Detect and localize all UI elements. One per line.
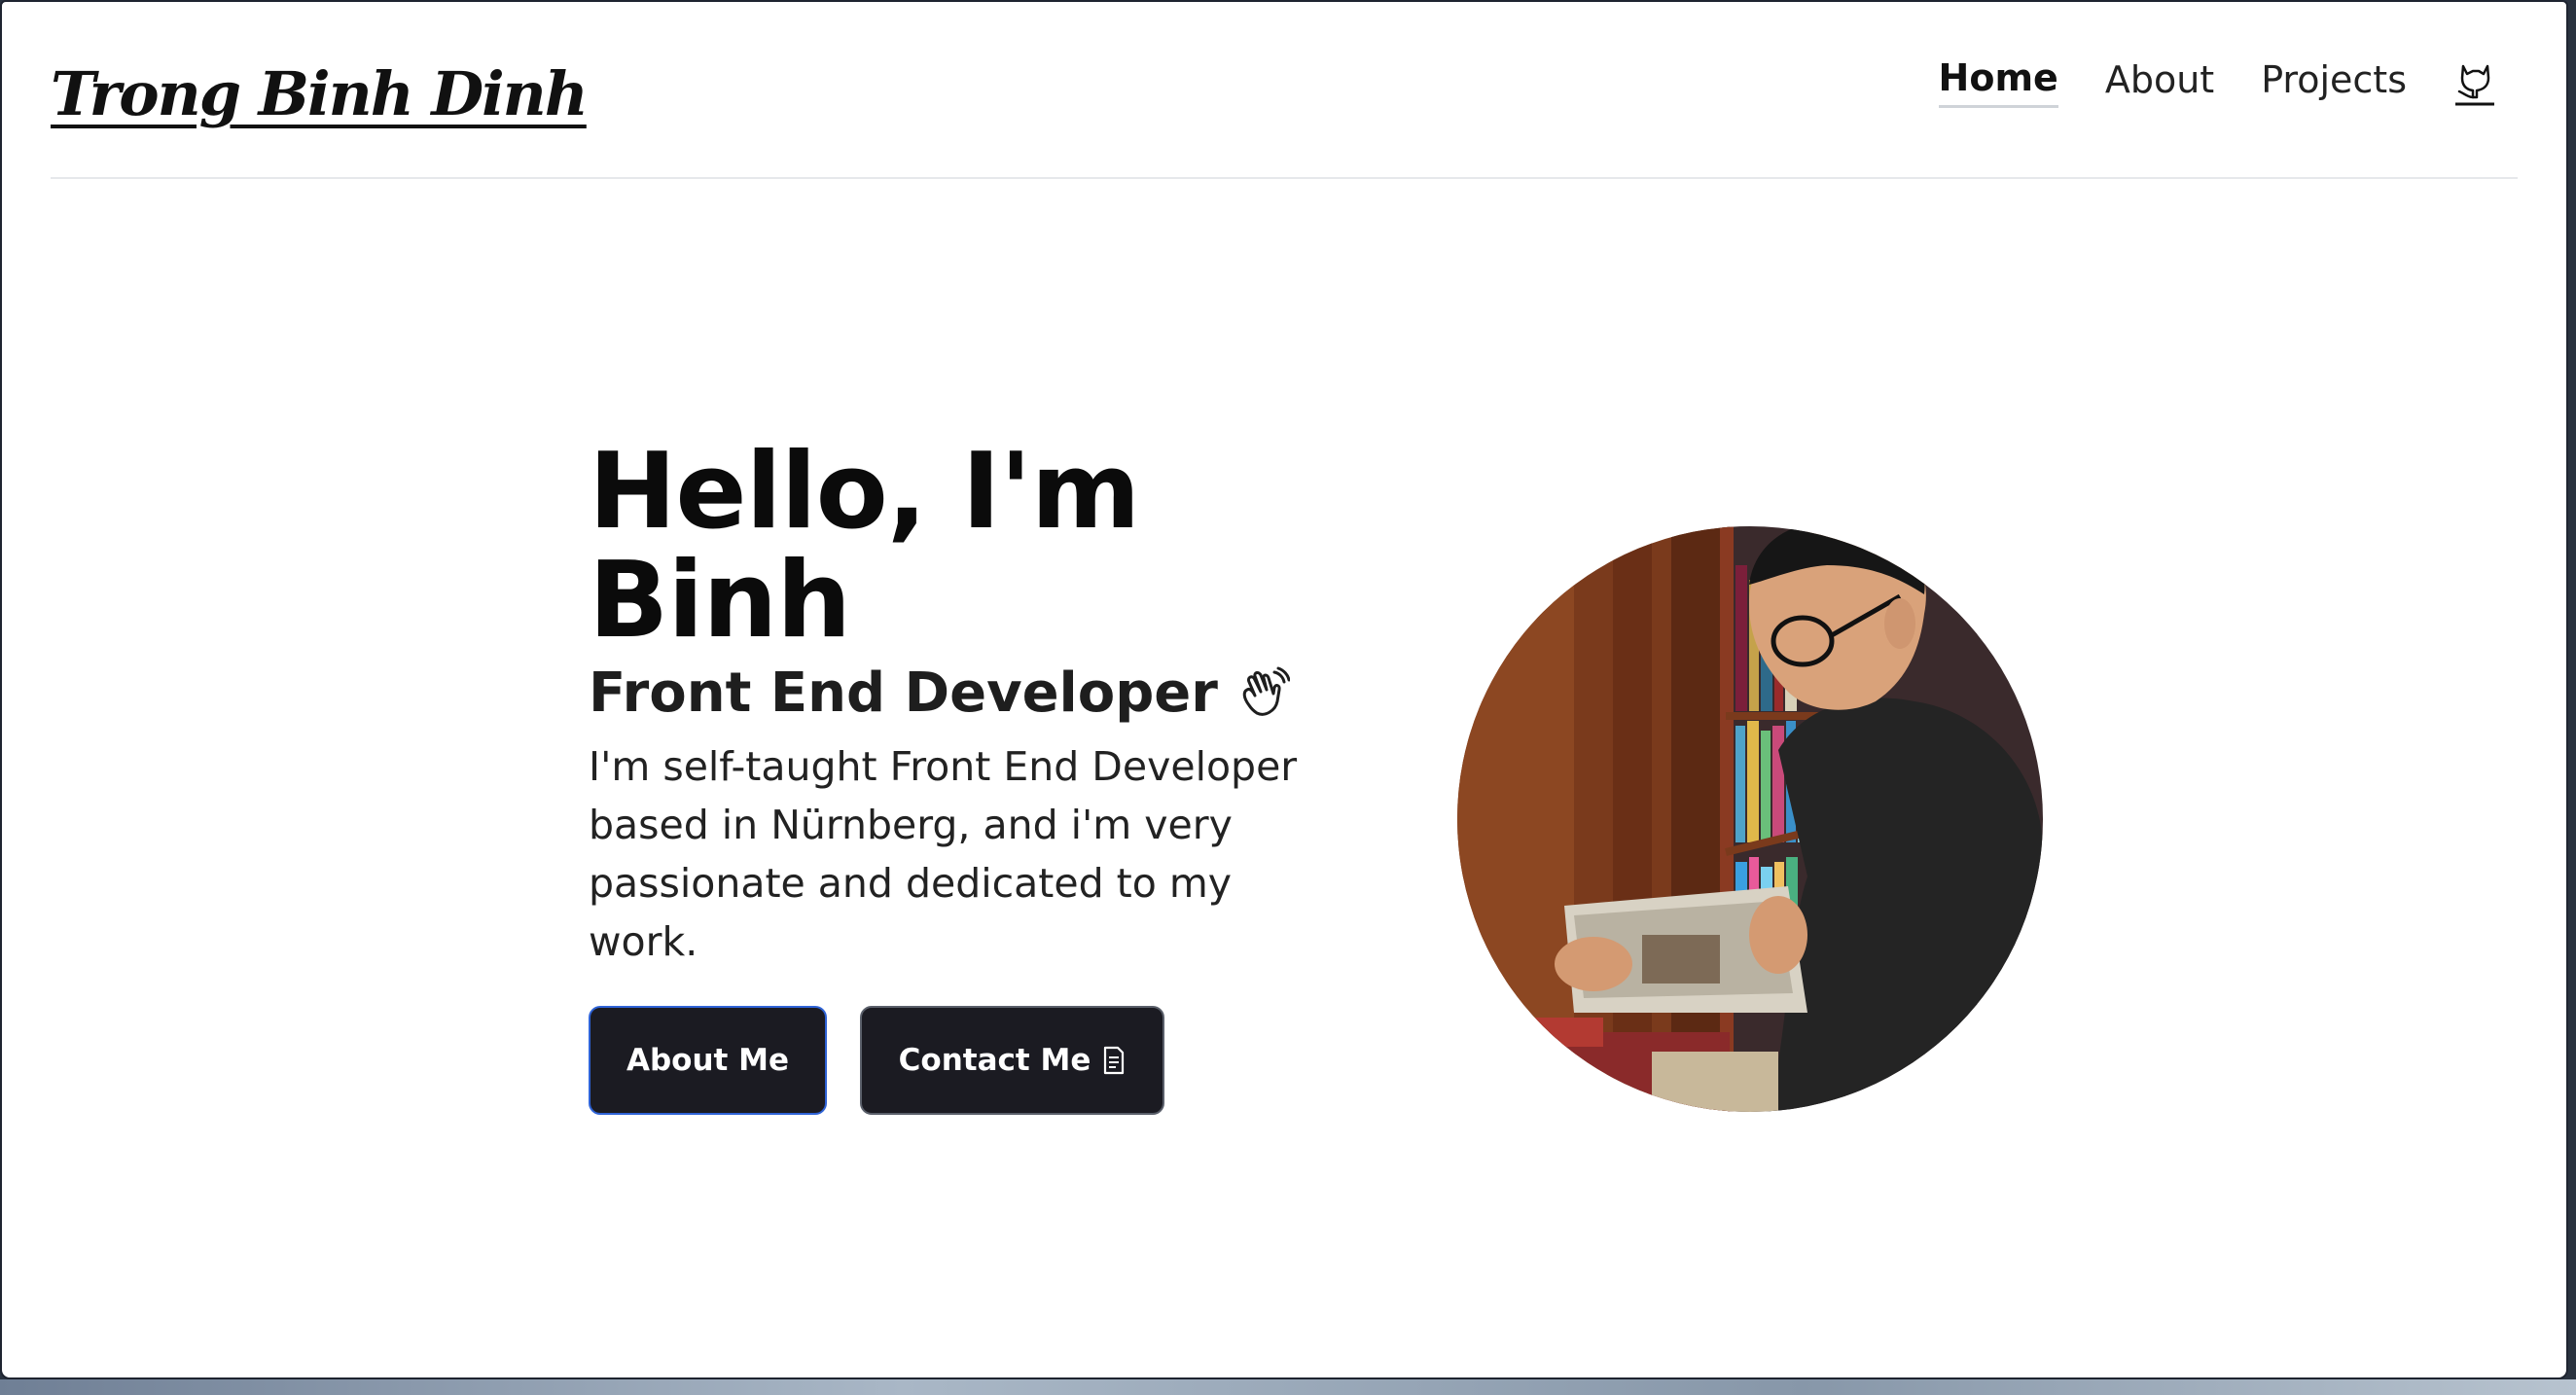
site-header: Trong Binh Dinh Home About Projects — [51, 2, 2518, 179]
about-me-label: About Me — [626, 1043, 790, 1078]
hero-description: I'm self-taught Front End Developer base… — [589, 743, 1298, 965]
site-logo[interactable]: Trong Binh Dinh — [51, 58, 589, 129]
hero-intro: Hello, I'm Binh Front End Developer I'm … — [589, 438, 1308, 1115]
desktop-background — [0, 1379, 2576, 1395]
hero-buttons: About Me Contact Me — [589, 1006, 1308, 1115]
nav-about-link[interactable]: About — [2105, 58, 2214, 107]
document-icon — [1102, 1046, 1126, 1075]
profile-photo — [1457, 526, 2043, 1112]
hero-subtitle-text: Front End Developer — [589, 662, 1218, 725]
hero-title-line1: Hello, I'm — [589, 431, 1140, 553]
waving-hand-icon — [1235, 666, 1291, 721]
hero-title: Hello, I'm Binh — [589, 438, 1308, 656]
main-nav: Home About Projects — [1938, 56, 2496, 108]
nav-home-link[interactable]: Home — [1938, 56, 2058, 108]
nav-projects-link[interactable]: Projects — [2261, 58, 2407, 107]
hero-title-line2: Binh — [589, 540, 851, 662]
hero-subtitle: Front End Developer — [589, 660, 1308, 728]
contact-me-button[interactable]: Contact Me — [860, 1006, 1164, 1115]
browser-window: Trong Binh Dinh Home About Projects Hell… — [0, 0, 2568, 1379]
github-cat-icon[interactable] — [2453, 58, 2496, 107]
about-me-button[interactable]: About Me — [589, 1006, 827, 1115]
contact-me-label: Contact Me — [898, 1043, 1091, 1078]
